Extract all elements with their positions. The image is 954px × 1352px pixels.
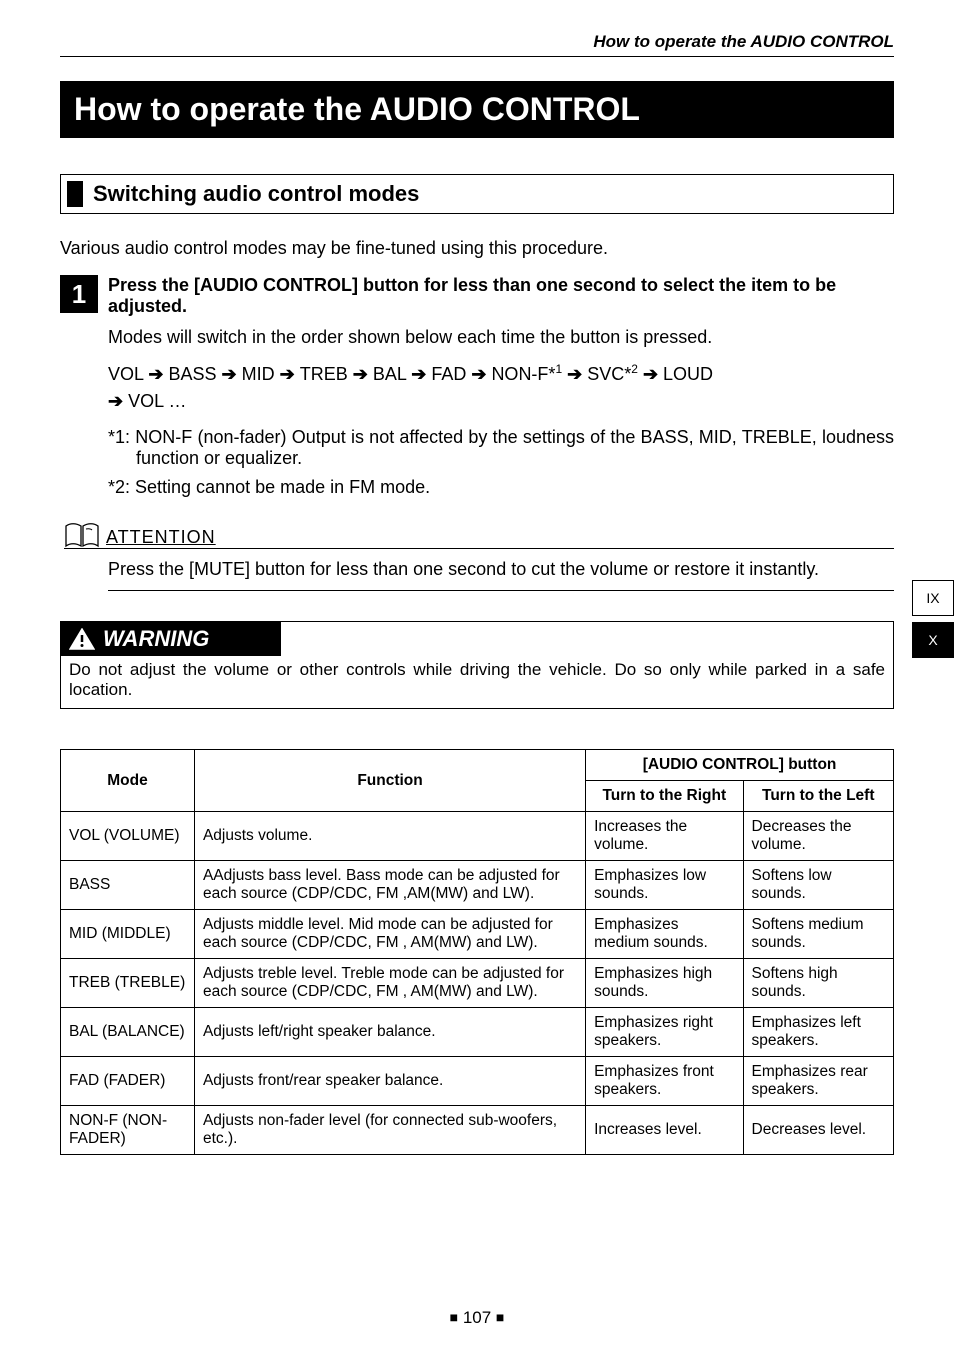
- table-row: BASS AAdjusts bass level. Bass mode can …: [61, 861, 894, 910]
- arrow-icon: ➔: [471, 364, 491, 384]
- attention-head: ATTENTION: [64, 522, 894, 549]
- cell-left: Softens low sounds.: [743, 861, 894, 910]
- cell-mode: BAL (BALANCE): [61, 1008, 195, 1057]
- running-header: How to operate the AUDIO CONTROL: [60, 32, 894, 57]
- table-row: NON-F (NON-FADER) Adjusts non-fader leve…: [61, 1106, 894, 1155]
- cell-left: Emphasizes left speakers.: [743, 1008, 894, 1057]
- cell-right: Emphasizes front speakers.: [586, 1057, 743, 1106]
- chain-tail: VOL: [128, 391, 163, 411]
- chain-mid: MID: [242, 364, 275, 384]
- cell-right: Increases level.: [586, 1106, 743, 1155]
- square-icon: ■: [450, 1309, 458, 1325]
- side-tab-x[interactable]: X: [912, 622, 954, 658]
- cell-right: Emphasizes low sounds.: [586, 861, 743, 910]
- cell-function: AAdjusts bass level. Bass mode can be ad…: [194, 861, 585, 910]
- cell-left: Softens medium sounds.: [743, 910, 894, 959]
- mode-chain: VOL ➔ BASS ➔ MID ➔ TREB ➔ BAL ➔ FAD ➔ NO…: [108, 360, 894, 415]
- section-heading-container: Switching audio control modes: [60, 174, 894, 214]
- warning-label: WARNING: [103, 626, 209, 652]
- arrow-icon: ➔: [108, 391, 128, 411]
- side-tabs: IX X: [912, 580, 954, 658]
- table-row: VOL (VOLUME) Adjusts volume. Increases t…: [61, 812, 894, 861]
- chain-svc: SVC*: [587, 364, 631, 384]
- chain-svc-sup: 2: [631, 362, 638, 376]
- arrow-icon: ➔: [148, 364, 168, 384]
- attention-label: ATTENTION: [106, 527, 216, 548]
- page-footer: ■ 107 ■: [0, 1308, 954, 1328]
- cell-left: Decreases the volume.: [743, 812, 894, 861]
- step-1: 1 Press the [AUDIO CONTROL] button for l…: [60, 275, 894, 506]
- arrow-icon: ➔: [222, 364, 242, 384]
- cell-function: Adjusts non-fader level (for connected s…: [194, 1106, 585, 1155]
- th-group: [AUDIO CONTROL] button: [586, 750, 894, 781]
- cell-mode: VOL (VOLUME): [61, 812, 195, 861]
- book-icon: [64, 522, 100, 548]
- step-number: 1: [60, 275, 98, 313]
- attention-text: Press the [MUTE] button for less than on…: [108, 559, 894, 580]
- modes-table: Mode Function [AUDIO CONTROL] button Tur…: [60, 749, 894, 1155]
- warning-box: WARNING Do not adjust the volume or othe…: [60, 621, 894, 709]
- th-function: Function: [194, 750, 585, 812]
- th-left: Turn to the Left: [743, 781, 894, 812]
- table-row: TREB (TREBLE) Adjusts treble level. Treb…: [61, 959, 894, 1008]
- table-row: BAL (BALANCE) Adjusts left/right speaker…: [61, 1008, 894, 1057]
- th-right: Turn to the Right: [586, 781, 743, 812]
- cell-left: Emphasizes rear speakers.: [743, 1057, 894, 1106]
- chain-treb: TREB: [300, 364, 348, 384]
- cell-function: Adjusts front/rear speaker balance.: [194, 1057, 585, 1106]
- cell-right: Increases the volume.: [586, 812, 743, 861]
- table-row: FAD (FADER) Adjusts front/rear speaker b…: [61, 1057, 894, 1106]
- arrow-icon: ➔: [353, 364, 373, 384]
- cell-function: Adjusts middle level. Mid mode can be ad…: [194, 910, 585, 959]
- attention-block: ATTENTION Press the [MUTE] button for le…: [60, 522, 894, 591]
- chain-nonf: NON-F*: [491, 364, 555, 384]
- cell-mode: BASS: [61, 861, 195, 910]
- chain-bal: BAL: [373, 364, 406, 384]
- cell-right: Emphasizes medium sounds.: [586, 910, 743, 959]
- chain-vol: VOL: [108, 364, 143, 384]
- cell-function: Adjusts treble level. Treble mode can be…: [194, 959, 585, 1008]
- chain-bass: BASS: [168, 364, 216, 384]
- chain-ellipsis: …: [168, 391, 186, 411]
- section-heading: Switching audio control modes: [67, 181, 887, 207]
- table-row: MID (MIDDLE) Adjusts middle level. Mid m…: [61, 910, 894, 959]
- page-title: How to operate the AUDIO CONTROL: [60, 81, 894, 138]
- th-mode: Mode: [61, 750, 195, 812]
- cell-mode: FAD (FADER): [61, 1057, 195, 1106]
- page-number: 107: [463, 1308, 491, 1327]
- intro-paragraph: Various audio control modes may be fine-…: [60, 238, 894, 259]
- cell-left: Decreases level.: [743, 1106, 894, 1155]
- cell-left: Softens high sounds.: [743, 959, 894, 1008]
- arrow-icon: ➔: [567, 364, 587, 384]
- footnote-1: *1: NON-F (non-fader) Output is not affe…: [108, 427, 894, 469]
- square-icon: ■: [496, 1309, 504, 1325]
- cell-right: Emphasizes right speakers.: [586, 1008, 743, 1057]
- modes-tbody: VOL (VOLUME) Adjusts volume. Increases t…: [61, 812, 894, 1155]
- cell-mode: MID (MIDDLE): [61, 910, 195, 959]
- warning-head: WARNING: [61, 622, 281, 656]
- cell-right: Emphasizes high sounds.: [586, 959, 743, 1008]
- divider: [108, 590, 894, 591]
- arrow-icon: ➔: [280, 364, 300, 384]
- chain-loud: LOUD: [663, 364, 713, 384]
- chain-fad: FAD: [431, 364, 466, 384]
- cell-function: Adjusts volume.: [194, 812, 585, 861]
- step-text: Modes will switch in the order shown bel…: [108, 327, 894, 348]
- side-tab-ix[interactable]: IX: [912, 580, 954, 616]
- arrow-icon: ➔: [411, 364, 431, 384]
- cell-function: Adjusts left/right speaker balance.: [194, 1008, 585, 1057]
- arrow-icon: ➔: [643, 364, 663, 384]
- cell-mode: NON-F (NON-FADER): [61, 1106, 195, 1155]
- warning-body: Do not adjust the volume or other contro…: [61, 656, 893, 708]
- step-body: Press the [AUDIO CONTROL] button for les…: [108, 275, 894, 506]
- cell-mode: TREB (TREBLE): [61, 959, 195, 1008]
- warning-triangle-icon: [69, 628, 95, 650]
- chain-nonf-sup: 1: [555, 362, 562, 376]
- footnote-2: *2: Setting cannot be made in FM mode.: [108, 477, 894, 498]
- step-lead: Press the [AUDIO CONTROL] button for les…: [108, 275, 894, 317]
